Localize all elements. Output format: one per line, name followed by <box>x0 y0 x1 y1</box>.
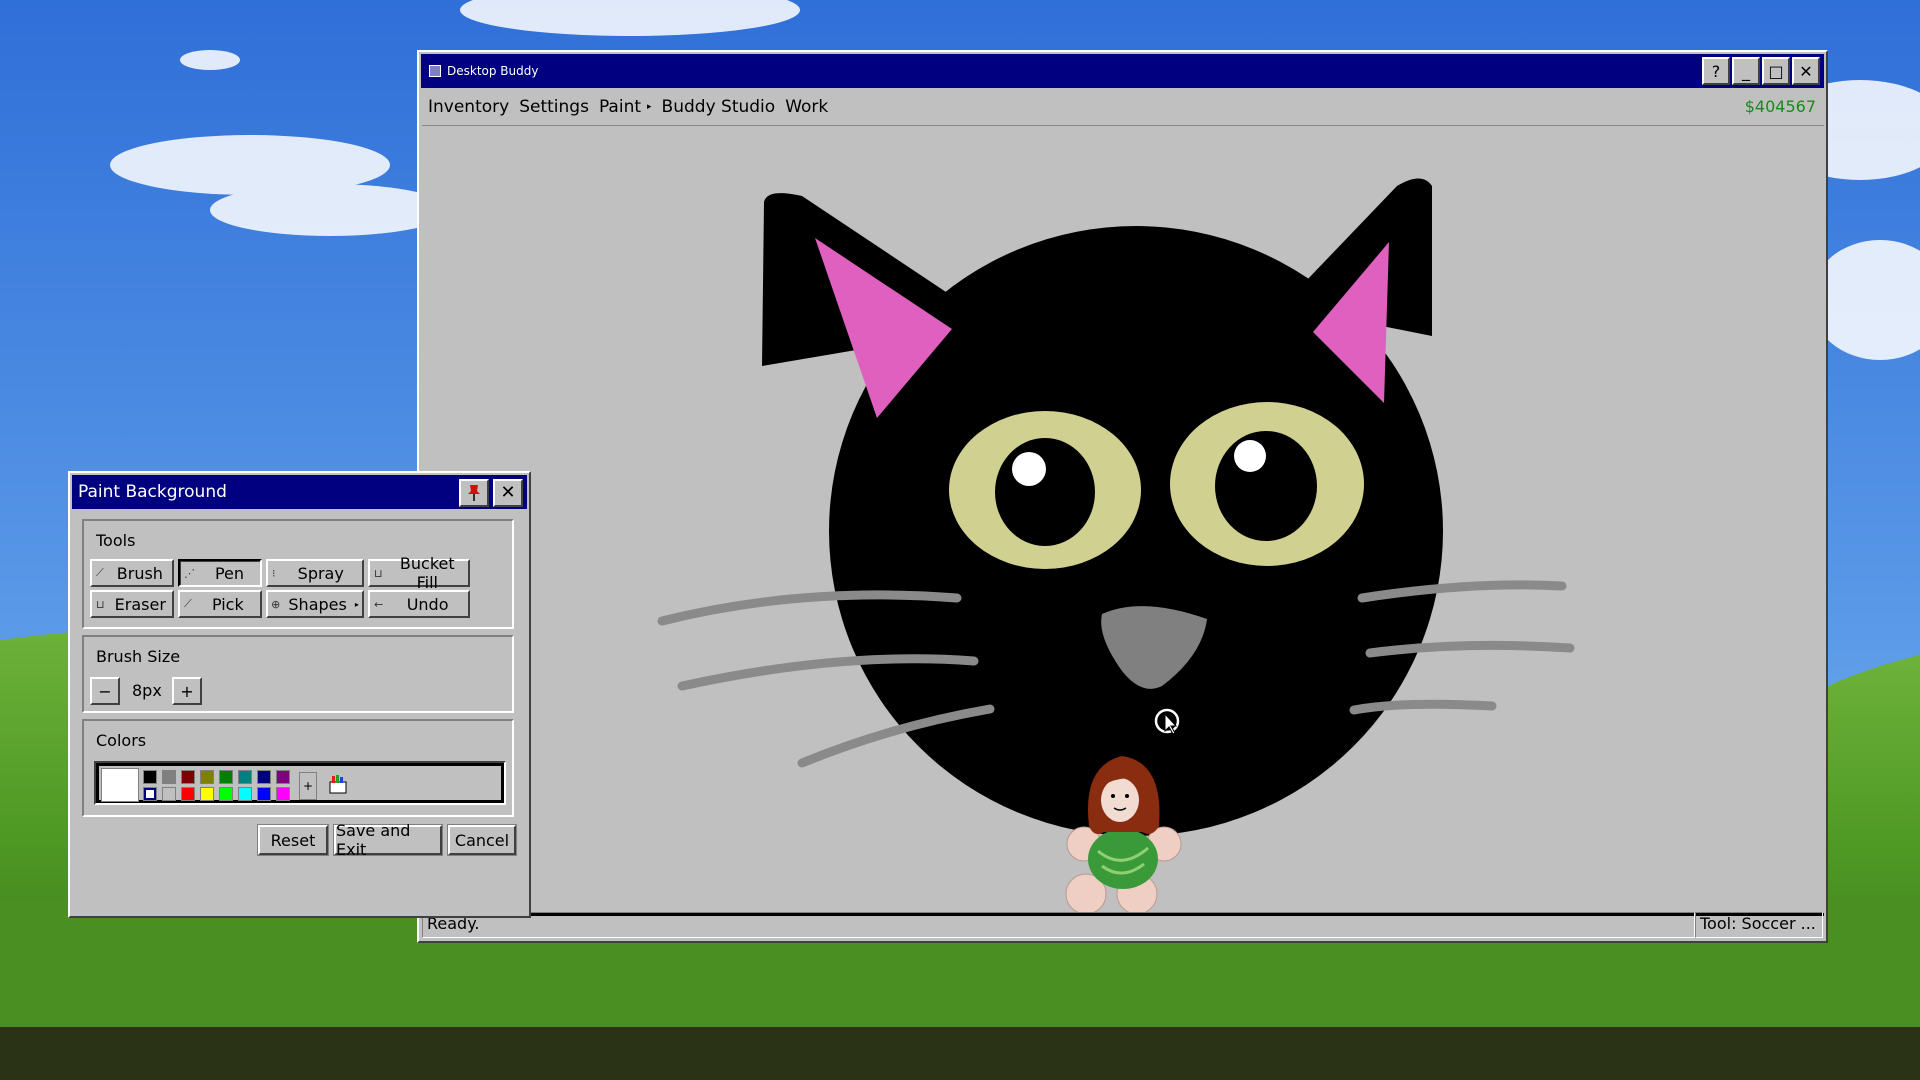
tool-spray-label: Spray <box>297 563 344 583</box>
color-swatch[interactable] <box>219 787 233 801</box>
tool-eraser[interactable]: ⊔ Eraser <box>90 590 174 618</box>
color-swatch[interactable] <box>257 787 271 801</box>
status-bar: Ready. Tool: Soccer ... <box>422 912 1823 938</box>
dialog-title: Paint Background <box>78 482 227 502</box>
tool-bucket-fill-label: Bucket Fill <box>399 554 455 592</box>
submenu-arrow-icon: ▸ <box>354 599 359 609</box>
tools-group: Tools ⟋ Brush ⋰ Pen ⁝ Spray ⊔ Bucket Fil… <box>82 519 514 629</box>
window-title: Desktop Buddy <box>447 64 539 78</box>
current-color-swatch <box>101 768 139 802</box>
brush-icon: ⟋ <box>96 566 104 579</box>
color-swatch[interactable] <box>276 770 290 784</box>
save-and-exit-button[interactable]: Save and Exit <box>334 821 442 859</box>
dialog-close-button[interactable]: ✕ <box>493 479 523 507</box>
menu-work[interactable]: Work <box>780 97 833 117</box>
color-swatch[interactable] <box>181 787 195 801</box>
dialog-titlebar[interactable]: Paint Background ✕ <box>72 475 527 509</box>
close-button[interactable]: ✕ <box>1792 57 1820 85</box>
reset-button[interactable]: Reset <box>258 825 328 855</box>
brush-size-decrease-button[interactable]: − <box>90 677 120 705</box>
cat-left-eye-shine <box>1012 452 1046 486</box>
undo-icon: ← <box>374 597 384 611</box>
color-swatch[interactable] <box>219 770 233 784</box>
eyedropper-icon: ⟋ <box>184 597 192 610</box>
color-swatch[interactable] <box>257 770 271 784</box>
cat-right-pupil <box>1215 431 1317 541</box>
bucket-icon: ⊔ <box>374 566 383 580</box>
paint-canvas[interactable] <box>422 125 1824 916</box>
cat-left-pupil <box>995 438 1095 546</box>
tool-undo[interactable]: ← Undo <box>368 590 470 618</box>
menu-buddy-studio[interactable]: Buddy Studio <box>657 97 781 117</box>
eraser-icon: ⊔ <box>96 597 105 611</box>
cat-right-eye-shine <box>1234 440 1266 472</box>
cancel-button[interactable]: Cancel <box>448 825 516 855</box>
menu-paint-label: Paint <box>598 97 642 117</box>
brush-size-label: Brush Size <box>96 647 181 666</box>
canvas-drawing <box>657 178 1575 913</box>
color-swatch[interactable] <box>238 787 252 801</box>
tool-pen-label: Pen <box>214 563 245 583</box>
add-color-button[interactable]: + <box>299 772 317 800</box>
tool-eraser-label: Eraser <box>114 594 166 614</box>
color-swatch[interactable] <box>238 770 252 784</box>
desktop-buddy-window: Desktop Buddy ? _ □ ✕ Inventory Settings… <box>417 50 1828 943</box>
window-titlebar[interactable]: Desktop Buddy ? _ □ ✕ <box>421 54 1824 88</box>
maximize-button[interactable]: □ <box>1762 57 1790 85</box>
tools-label: Tools <box>96 531 136 550</box>
tool-undo-label: Undo <box>406 594 449 614</box>
tool-bucket-fill[interactable]: ⊔ Bucket Fill <box>368 554 470 592</box>
colors-label: Colors <box>96 731 147 750</box>
menu-inventory[interactable]: Inventory <box>423 97 514 117</box>
submenu-arrow-icon: ▸ <box>647 102 652 112</box>
tool-brush-label: Brush <box>116 563 163 583</box>
color-swatch[interactable] <box>162 787 176 801</box>
paint-background-dialog: Paint Background ✕ Tools ⟋ Brush ⋰ Pen ⁝… <box>68 471 531 918</box>
color-swatch[interactable] <box>181 770 195 784</box>
pen-icon: ⋰ <box>184 566 195 580</box>
colors-group: Colors + <box>82 719 514 817</box>
color-swatch[interactable] <box>143 787 157 801</box>
tool-shapes[interactable]: ⊕ Shapes ▸ <box>266 590 364 618</box>
color-picker-icon[interactable] <box>325 770 351 798</box>
color-swatch[interactable] <box>200 770 214 784</box>
color-swatch[interactable] <box>162 770 176 784</box>
minimize-button[interactable]: _ <box>1732 57 1760 85</box>
cat-drawing <box>657 178 1575 836</box>
status-tool: Tool: Soccer ... <box>1695 912 1823 938</box>
brush-size-group: Brush Size − 8px + <box>82 635 514 713</box>
help-button[interactable]: ? <box>1702 57 1730 85</box>
color-swatch[interactable] <box>143 770 157 784</box>
tool-brush[interactable]: ⟋ Brush <box>90 559 174 587</box>
tool-pick-label: Pick <box>211 594 244 614</box>
spray-icon: ⁝ <box>272 566 276 580</box>
color-palette: + <box>94 761 506 805</box>
tool-spray[interactable]: ⁝ Spray <box>266 559 364 587</box>
tool-shapes-label: Shapes <box>288 594 347 614</box>
brush-size-value: 8px <box>132 681 162 700</box>
color-swatch[interactable] <box>276 787 290 801</box>
menu-settings[interactable]: Settings <box>514 97 594 117</box>
shapes-icon: ⊕ <box>271 597 281 611</box>
taskbar <box>0 1027 1920 1080</box>
money-counter: $404567 <box>1744 97 1816 116</box>
color-swatch[interactable] <box>200 787 214 801</box>
brush-size-increase-button[interactable]: + <box>172 677 202 705</box>
tool-pen[interactable]: ⋰ Pen <box>178 559 262 587</box>
status-text: Ready. <box>422 912 1695 938</box>
pin-icon[interactable] <box>459 479 489 507</box>
app-icon <box>429 65 441 77</box>
tool-pick[interactable]: ⟋ Pick <box>178 590 262 618</box>
menu-paint[interactable]: Paint ▸ <box>594 97 657 117</box>
menu-bar: Inventory Settings Paint ▸ Buddy Studio … <box>423 90 1822 124</box>
